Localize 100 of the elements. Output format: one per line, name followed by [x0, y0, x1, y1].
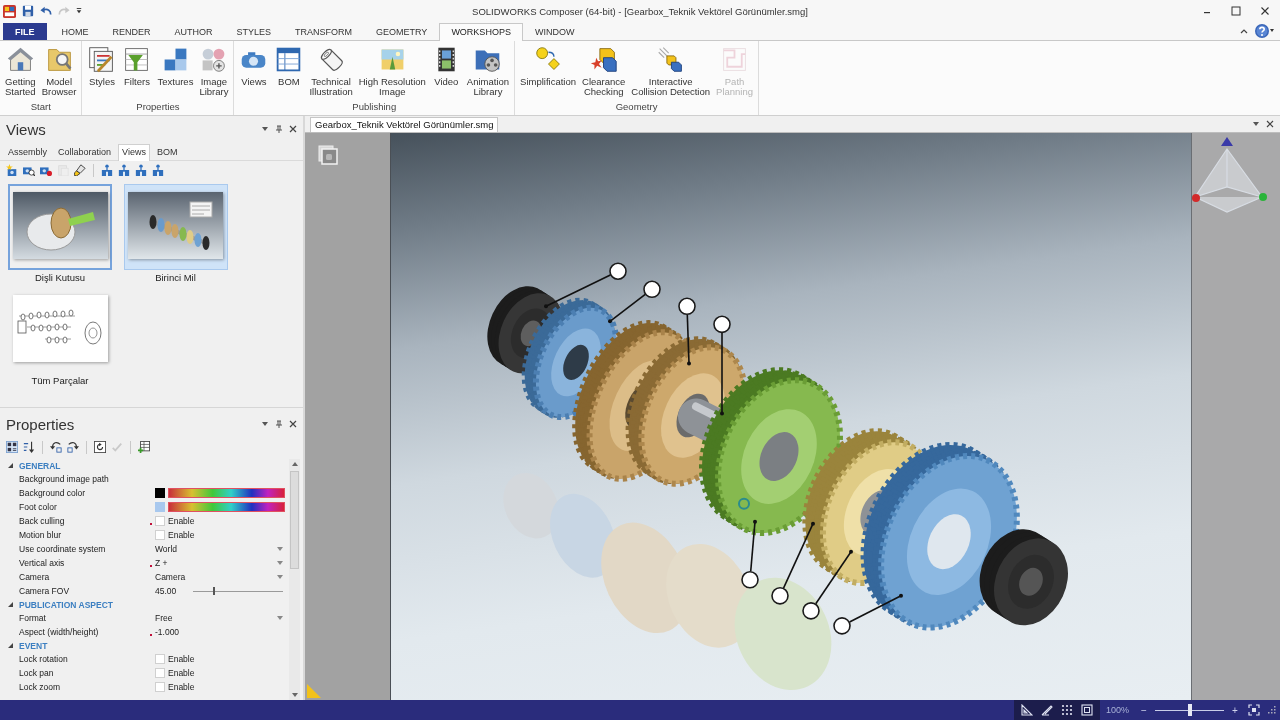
ribbon-button[interactable]: Textures [155, 45, 196, 87]
color-palette-bar[interactable] [168, 488, 285, 498]
value-field[interactable]: -1.000 [155, 627, 180, 637]
caret-down-icon[interactable] [261, 420, 269, 428]
dropdown[interactable]: Free [155, 613, 285, 623]
category-grid-icon[interactable] [6, 441, 18, 453]
page-stack-icon[interactable] [318, 145, 338, 165]
frame-icon[interactable] [1080, 704, 1093, 716]
checkbox[interactable] [155, 668, 165, 678]
scrollbar-thumb[interactable] [290, 471, 299, 569]
zoom-out-button[interactable]: − [1139, 704, 1149, 716]
color-swatch-icon[interactable] [155, 488, 165, 498]
ribbon-button[interactable]: Technical Illustration [307, 45, 355, 97]
panel-title: Properties [6, 415, 75, 433]
dropdown[interactable]: World [155, 544, 285, 554]
ribbon-button[interactable]: Styles [85, 45, 119, 87]
close-icon[interactable] [1260, 6, 1270, 16]
close-icon[interactable] [289, 420, 297, 428]
table-plus-icon[interactable] [138, 441, 150, 453]
customize-caret-icon[interactable] [76, 7, 82, 15]
undo-icon[interactable] [40, 5, 52, 17]
ribbon-tab[interactable]: WINDOW [522, 23, 587, 40]
panel-tab[interactable]: Collaboration [54, 144, 116, 160]
curved-arrow-right-icon[interactable] [67, 441, 79, 453]
checkbox-label: Enable [168, 530, 195, 540]
checkbox[interactable] [155, 530, 165, 540]
panel-tab[interactable]: Assembly [4, 144, 51, 160]
pin-icon[interactable] [275, 420, 283, 428]
sort-down-icon[interactable] [23, 441, 35, 453]
ribbon-tab[interactable]: GEOMETRY [364, 23, 440, 40]
scroll-down-icon[interactable] [291, 693, 298, 697]
ribbon-tab[interactable]: WORKSHOPS [439, 23, 523, 41]
camera-badge-icon[interactable] [40, 164, 52, 176]
document-tab[interactable]: Gearbox_Teknik Vektörel Görünümler.smg [310, 117, 499, 132]
zoom-in-button[interactable]: + [1230, 704, 1240, 716]
checkbox[interactable] [155, 654, 165, 664]
pencil-angle-icon[interactable] [1040, 704, 1053, 716]
close-icon[interactable] [289, 125, 297, 133]
color-swatch-icon[interactable] [155, 502, 165, 512]
caret-down-icon [277, 575, 283, 579]
dot-grid-icon[interactable] [1060, 704, 1073, 716]
refresh-box-icon[interactable] [94, 441, 106, 453]
ribbon-button[interactable]: High Resolution Image [356, 45, 428, 97]
viewport-canvas[interactable] [390, 133, 1192, 700]
expander-triangle-icon[interactable] [8, 463, 13, 468]
ribbon-button[interactable]: Clearance Checking [580, 45, 628, 97]
block-knob-icon[interactable] [135, 164, 147, 176]
camera-magnifier-icon[interactable] [23, 164, 35, 176]
ribbon-button[interactable]: Simplification [518, 45, 579, 87]
ribbon-button[interactable]: BOM [272, 45, 306, 87]
caret-down-icon[interactable] [261, 125, 269, 133]
ribbon-button[interactable]: Model Browser [39, 45, 79, 97]
scrollbar[interactable] [289, 459, 300, 700]
expander-triangle-icon[interactable] [8, 602, 13, 607]
help-icon[interactable] [1254, 23, 1274, 39]
scroll-up-icon[interactable] [291, 462, 298, 466]
ribbon-tab[interactable]: TRANSFORM [283, 23, 365, 40]
ribbon-tab[interactable]: AUTHOR [162, 23, 225, 40]
property-name: Back culling [19, 516, 66, 526]
ribbon-button[interactable]: Video [429, 45, 463, 87]
brush-icon[interactable] [74, 164, 86, 176]
maximize-icon[interactable] [1231, 6, 1241, 16]
callout-balloon [678, 297, 696, 316]
panel-tab[interactable]: Views [118, 144, 150, 161]
color-palette-bar[interactable] [168, 502, 285, 512]
view-thumbnail[interactable] [123, 184, 228, 270]
checkbox[interactable] [155, 516, 165, 526]
ribbon-tab[interactable]: FILE [3, 23, 47, 40]
ribbon-button[interactable]: Animation Library [464, 45, 512, 97]
block-knob-icon[interactable] [101, 164, 113, 176]
slider-thumb[interactable] [212, 587, 215, 595]
fit-view-icon[interactable] [1248, 704, 1260, 716]
pin-icon[interactable] [275, 125, 283, 133]
checkbox[interactable] [155, 682, 165, 692]
save-icon[interactable] [22, 5, 34, 17]
dropdown[interactable]: Z + [155, 558, 285, 568]
caret-down-icon[interactable] [1252, 120, 1260, 128]
resize-grip-icon[interactable] [1268, 706, 1276, 714]
panel-tab[interactable]: BOM [152, 144, 182, 160]
camera-star-icon[interactable] [6, 164, 18, 176]
curved-arrow-left-icon[interactable] [50, 441, 62, 453]
expander-triangle-icon[interactable] [8, 643, 13, 648]
ribbon-button[interactable]: Views [237, 45, 271, 87]
caret-up-icon[interactable] [1240, 28, 1248, 34]
ribbon-tab[interactable]: STYLES [224, 23, 284, 40]
slider-thumb[interactable] [1187, 704, 1192, 716]
ribbon-button[interactable]: Getting Started [3, 45, 38, 97]
app-logo-icon[interactable] [3, 4, 16, 18]
ribbon-button[interactable]: Image Library [197, 45, 231, 97]
ribbon-button[interactable]: Filters [120, 45, 154, 87]
dropdown[interactable]: Camera [155, 572, 285, 582]
ribbon-tab[interactable]: HOME [49, 23, 101, 40]
block-knob-icon[interactable] [152, 164, 164, 176]
corner-triangle-icon [307, 684, 321, 698]
block-knob-icon[interactable] [118, 164, 130, 176]
close-icon[interactable] [1266, 120, 1274, 128]
value-field[interactable]: 45.00 [155, 586, 177, 596]
ribbon-button[interactable]: Interactive Collision Detection [629, 45, 713, 97]
ribbon-tab[interactable]: RENDER [100, 23, 163, 40]
view-thumbnail[interactable] [8, 184, 112, 270]
